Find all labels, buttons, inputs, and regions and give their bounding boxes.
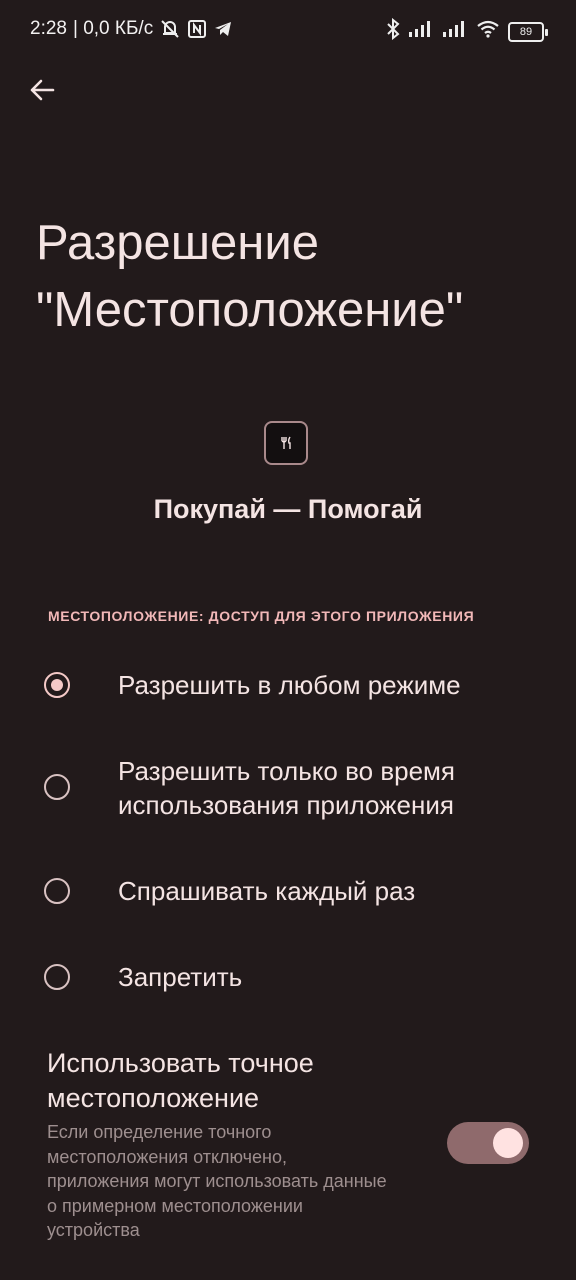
- signal-icon: [442, 20, 468, 43]
- option-label: Разрешить только во время использования …: [118, 756, 456, 820]
- muted-bell-icon: [159, 18, 181, 40]
- radio-button[interactable]: [44, 878, 70, 904]
- telegram-icon: [213, 19, 233, 39]
- status-right: 89: [386, 17, 548, 45]
- back-arrow-icon: [30, 79, 55, 101]
- option-deny[interactable]: Запретить: [0, 956, 576, 1000]
- clock: 2:28: [30, 18, 67, 39]
- toggle-knob: [493, 1128, 523, 1158]
- nfc-icon: [187, 19, 207, 39]
- option-label: Спрашивать каждый раз: [118, 876, 416, 906]
- app-icon: [264, 421, 308, 465]
- page-title: Разрешение "Местоположение": [36, 216, 464, 337]
- precise-location-title: Использовать точное местоположение: [47, 1048, 314, 1113]
- precise-location-description: Если определение точного местоположения …: [47, 1122, 387, 1240]
- status-left: 2:28 | 0,0 КБ/с: [30, 18, 233, 40]
- option-allow-while-using[interactable]: Разрешить только во время использования …: [0, 752, 576, 824]
- radio-button[interactable]: [44, 774, 70, 800]
- option-label: Запретить: [118, 962, 243, 992]
- status-bar: 2:28 | 0,0 КБ/с 89: [0, 0, 576, 62]
- back-button[interactable]: [22, 70, 62, 110]
- fork-knife-icon: [281, 436, 291, 449]
- radio-button[interactable]: [44, 964, 70, 990]
- battery-icon: 89: [508, 21, 548, 42]
- option-ask-every-time[interactable]: Спрашивать каждый раз: [0, 870, 576, 914]
- precise-location-toggle[interactable]: [447, 1122, 529, 1164]
- app-name: Покупай — Помогай: [153, 494, 423, 524]
- wifi-icon: [476, 20, 500, 43]
- signal-icon: [408, 20, 434, 43]
- bluetooth-icon: [386, 17, 400, 45]
- radio-button-checked[interactable]: [44, 672, 70, 698]
- network-speed: | 0,0 КБ/с: [72, 18, 154, 39]
- option-allow-always[interactable]: Разрешить в любом режиме: [0, 664, 576, 708]
- option-label: Разрешить в любом режиме: [118, 670, 461, 700]
- section-header: МЕСТОПОЛОЖЕНИЕ: ДОСТУП ДЛЯ ЭТОГО ПРИЛОЖЕ…: [48, 608, 475, 624]
